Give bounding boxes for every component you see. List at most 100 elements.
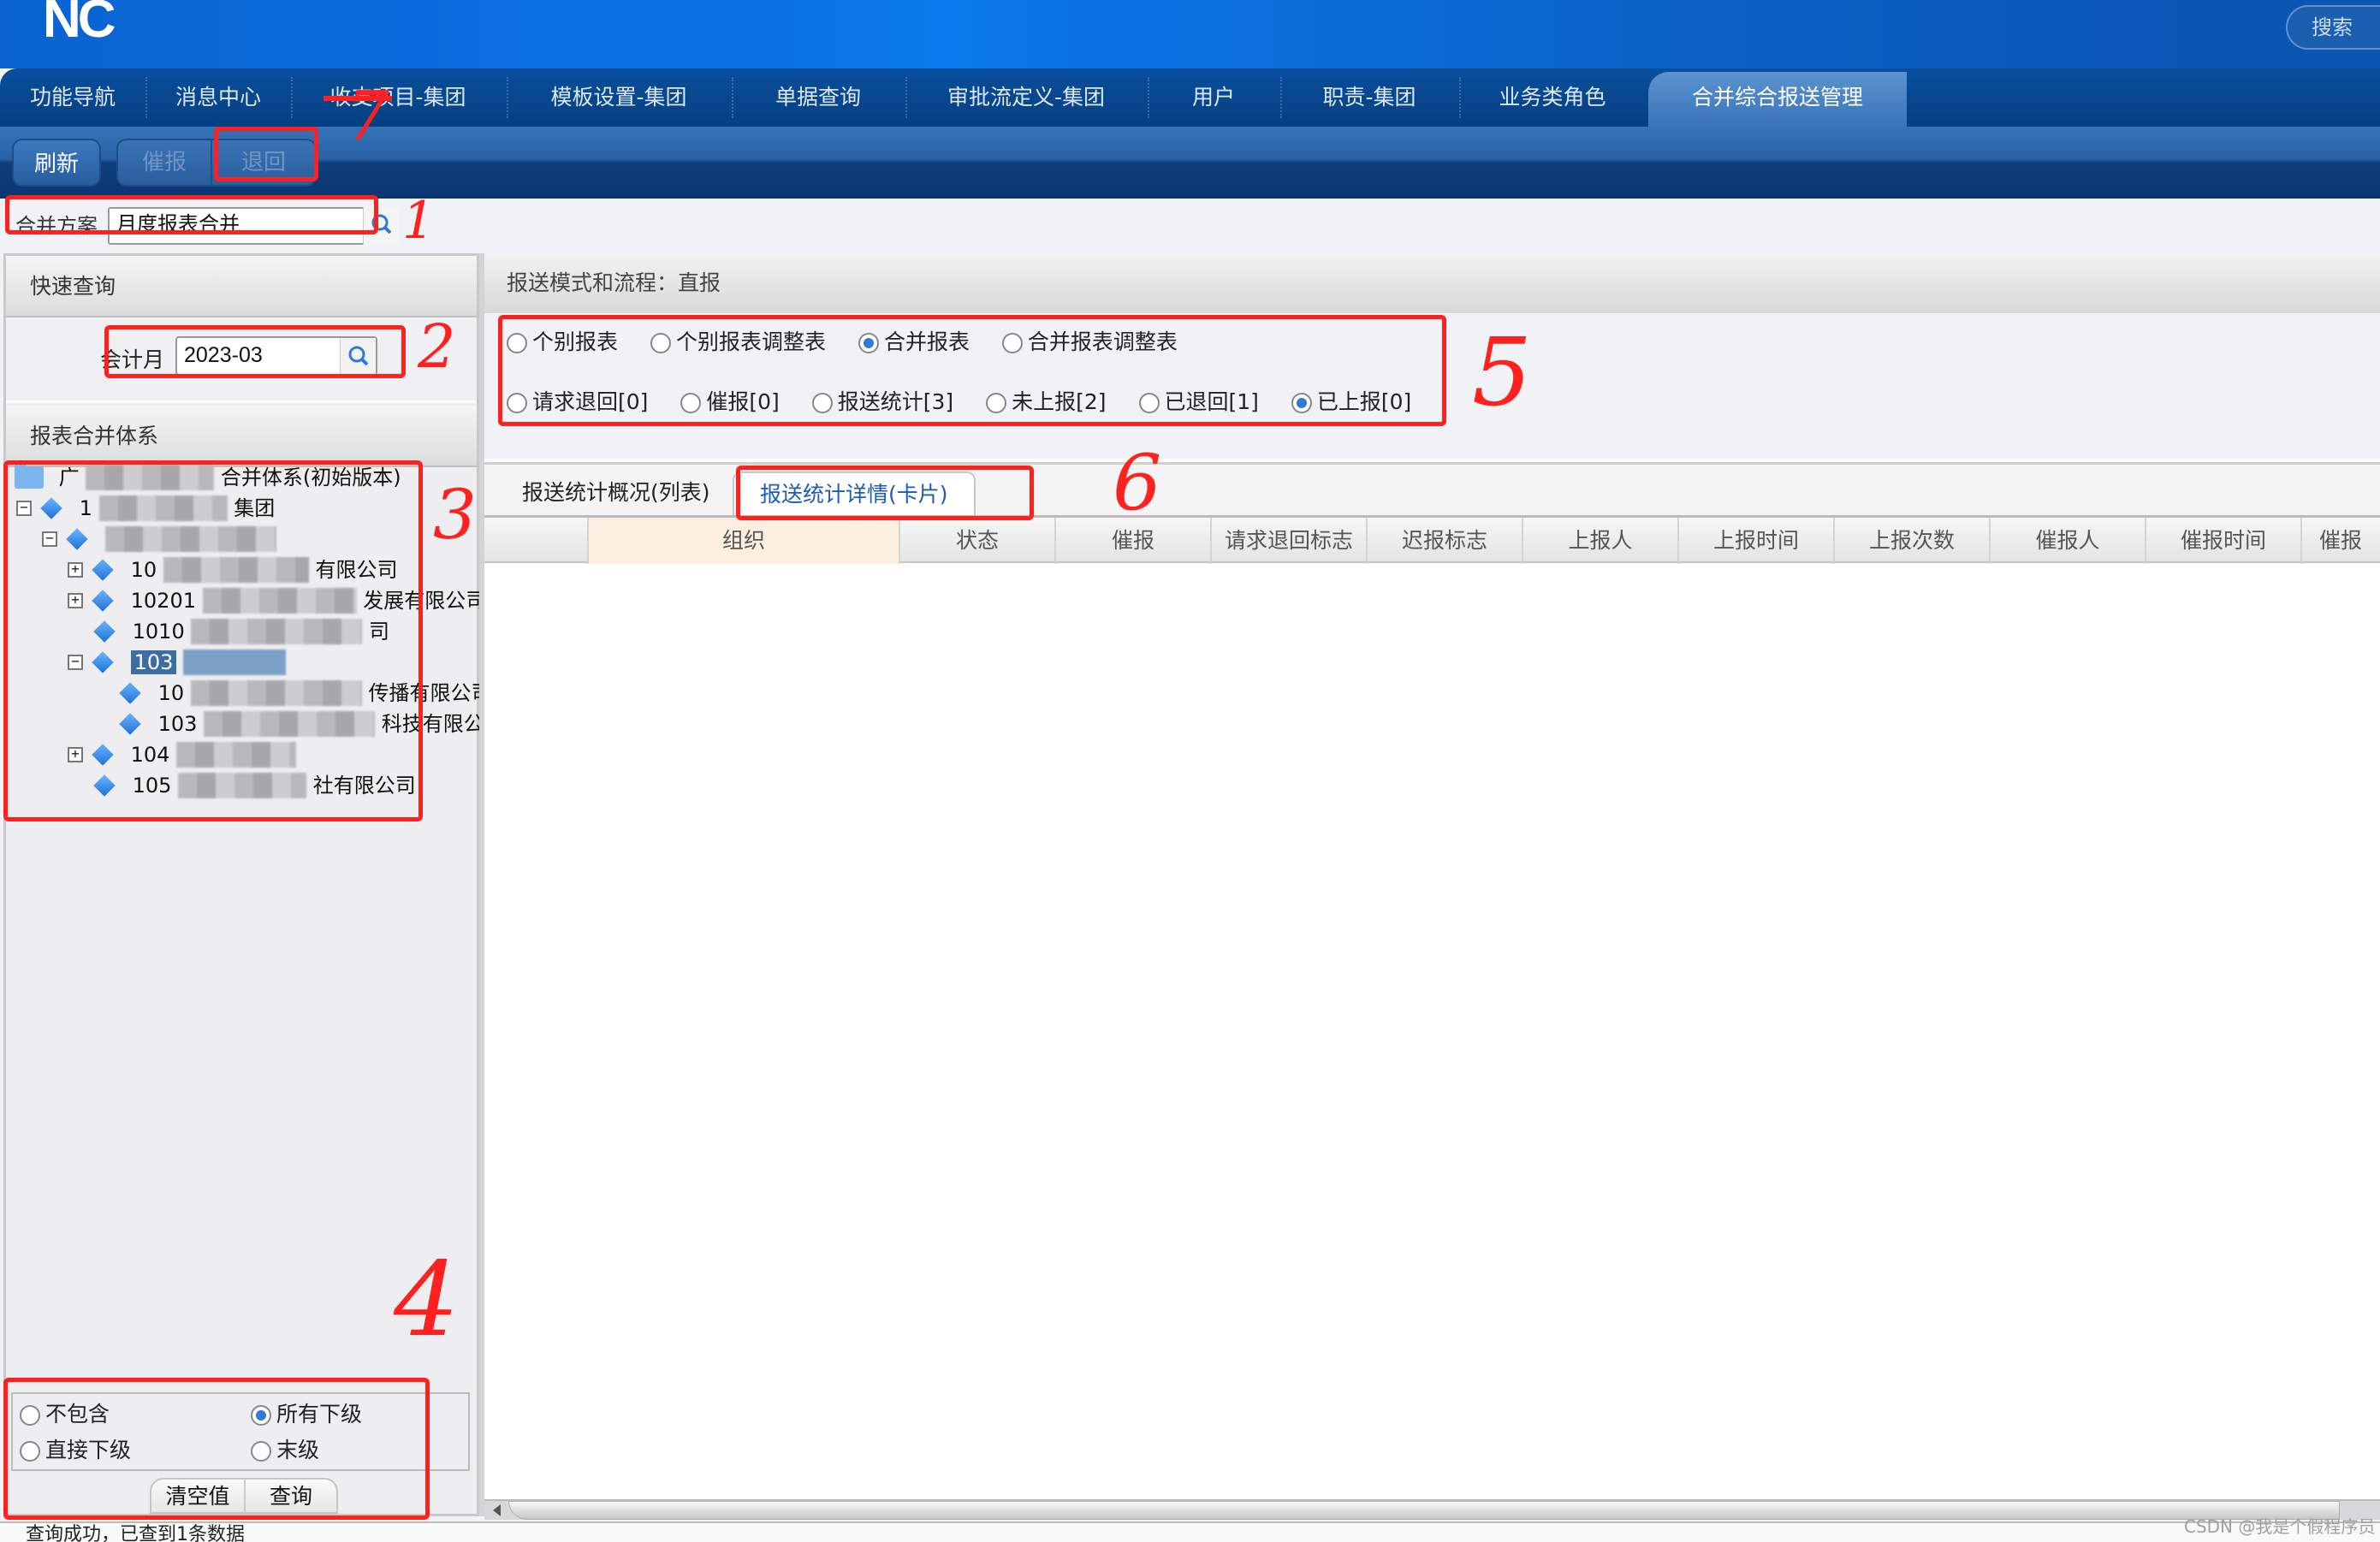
redacted-text (163, 557, 309, 583)
nav-item-template-settings[interactable]: 模板设置-集团 (507, 68, 731, 127)
radio-button[interactable] (251, 1441, 271, 1462)
radio-button-selected[interactable] (858, 333, 879, 353)
radio-button-selected[interactable] (251, 1405, 271, 1426)
tree-node[interactable]: + 10201 发展有限公司 (68, 584, 486, 615)
column-header[interactable]: 组织 (589, 518, 900, 564)
radio-button-selected[interactable] (1291, 393, 1312, 413)
column-header[interactable]: 上报次数 (1835, 518, 1991, 564)
urge-return-group: 催报 退回 (116, 139, 317, 187)
annotation-label-7: 7 (346, 76, 389, 156)
scheme-value: 月度报表合并 (116, 212, 240, 236)
column-header[interactable]: 上报人 (1523, 518, 1679, 564)
column-header[interactable]: 催报 (2302, 518, 2380, 564)
refresh-button[interactable]: 刷新 (12, 139, 101, 187)
radio-button[interactable] (20, 1405, 40, 1426)
report-type-consolidated-adjust[interactable]: 合并报表调整表 (1001, 327, 1178, 358)
radio-button[interactable] (811, 393, 833, 413)
status-not-reported[interactable]: 未上报[2] (986, 387, 1107, 418)
radio-button[interactable] (680, 393, 702, 413)
column-header[interactable]: 上报时间 (1679, 518, 1835, 564)
scrollbar-thumb[interactable] (508, 1501, 2340, 1520)
org-diamond-icon (119, 682, 141, 704)
nav-item-function-nav[interactable]: 功能导航 (0, 68, 145, 127)
horizontal-scrollbar[interactable] (484, 1499, 2380, 1520)
redacted-text (178, 773, 307, 798)
status-reported[interactable]: 已上报[0] (1291, 387, 1411, 418)
report-type-individual-adjust[interactable]: 个别报表调整表 (650, 327, 826, 358)
tab-statistics-detail[interactable]: 报送统计详情(卡片) (733, 471, 976, 518)
nav-item-business-roles[interactable]: 业务类角色 (1459, 68, 1646, 127)
column-header[interactable]: 请求退回标志 (1212, 518, 1368, 564)
nav-item-duties[interactable]: 职责-集团 (1280, 68, 1458, 127)
column-header[interactable]: 迟报标志 (1368, 518, 1523, 564)
clear-values-button[interactable]: 清空值 (151, 1480, 244, 1514)
report-type-consolidated[interactable]: 合并报表 (858, 327, 970, 358)
nc-logo: NC (43, 0, 116, 49)
status-statistics[interactable]: 报送统计[3] (811, 387, 953, 418)
scope-direct-subordinates-option[interactable]: 直接下级 (20, 1435, 131, 1466)
radio-button[interactable] (986, 393, 1007, 413)
tree-node[interactable]: − (42, 523, 276, 554)
radio-button[interactable] (507, 333, 527, 353)
org-diamond-icon (92, 651, 114, 673)
radio-button[interactable] (650, 333, 671, 353)
scroll-left-icon[interactable] (493, 1504, 501, 1516)
scheme-lookup-button[interactable] (363, 207, 399, 245)
month-lookup-button[interactable] (340, 338, 376, 374)
report-type-individual[interactable]: 个别报表 (507, 327, 618, 358)
tree-node[interactable]: + 10 有限公司 (68, 554, 397, 584)
tree-node[interactable]: 广 合并体系(初始版本) (15, 461, 401, 492)
collapse-icon[interactable]: − (42, 531, 57, 547)
nav-item-consolidation-reporting[interactable]: 合并综合报送管理 (1648, 72, 1907, 127)
tree-node[interactable]: 1010 司 (93, 615, 389, 646)
urge-button[interactable]: 催报 (118, 140, 211, 185)
tree-node-selected[interactable]: − 103 (68, 646, 287, 677)
status-request-return[interactable]: 请求退回[0] (507, 387, 648, 418)
global-search-button[interactable]: 搜索 (2286, 5, 2380, 50)
scope-exclude-option[interactable]: 不包含 (20, 1399, 110, 1430)
tree-node[interactable]: − 1 集团 (16, 492, 275, 523)
annotation-label-6: 6 (1113, 438, 1162, 528)
consolidation-tree-header: 报表合并体系 (6, 406, 477, 467)
tab-statistics-overview[interactable]: 报送统计概况(列表) (496, 471, 736, 518)
collapse-icon[interactable]: − (68, 655, 83, 670)
status-returned[interactable]: 已退回[1] (1138, 387, 1259, 418)
scope-all-subordinates-option[interactable]: 所有下级 (251, 1399, 362, 1430)
reporting-mode-header: 报送模式和流程：直报 (484, 253, 2380, 313)
org-diamond-icon (92, 559, 114, 581)
query-button[interactable]: 查询 (246, 1480, 336, 1514)
accounting-month-input[interactable]: 2023-03 (175, 336, 377, 376)
nav-item-document-query[interactable]: 单据查询 (732, 68, 905, 127)
radio-button[interactable] (507, 393, 527, 413)
scope-options: 不包含 所有下级 直接下级 末级 清空值 查询 (6, 1385, 477, 1514)
tree-node[interactable]: 10 传播有限公司 (119, 677, 491, 708)
nav-item-message-center[interactable]: 消息中心 (145, 68, 291, 127)
expand-icon[interactable]: + (68, 593, 83, 608)
scheme-row: 合并方案 月度报表合并 (0, 199, 2380, 250)
tree-node[interactable]: 105 社有限公司 (93, 769, 416, 800)
watermark: CSDN @我是个假程序员 (2184, 1516, 2376, 1537)
radio-button[interactable] (1138, 393, 1160, 413)
tree-node[interactable]: 103 科技有限公 (119, 708, 484, 738)
column-header[interactable]: 催报时间 (2146, 518, 2302, 564)
tree-node[interactable]: + 104 (68, 738, 297, 769)
expand-icon[interactable]: + (68, 562, 83, 578)
query-button-group: 清空值 查询 (150, 1478, 338, 1514)
status-urged[interactable]: 催报[0] (680, 387, 780, 418)
return-button[interactable]: 退回 (212, 140, 315, 185)
column-header[interactable]: 状态 (900, 518, 1056, 564)
redacted-text (191, 619, 363, 644)
redacted-text (104, 526, 276, 552)
redacted-text (183, 649, 287, 675)
scope-leaf-option[interactable]: 末级 (251, 1435, 319, 1466)
radio-button[interactable] (20, 1441, 40, 1462)
collapse-icon[interactable]: − (16, 501, 32, 516)
radio-button[interactable] (1001, 333, 1023, 353)
nav-item-users[interactable]: 用户 (1148, 68, 1279, 127)
redacted-text (98, 495, 228, 521)
expand-icon[interactable]: + (68, 747, 83, 762)
column-header[interactable]: 催报人 (1991, 518, 2146, 564)
nav-item-approval-flow[interactable]: 审批流定义-集团 (905, 68, 1147, 127)
row-number-column (484, 518, 589, 564)
scheme-input[interactable]: 月度报表合并 (108, 207, 399, 245)
